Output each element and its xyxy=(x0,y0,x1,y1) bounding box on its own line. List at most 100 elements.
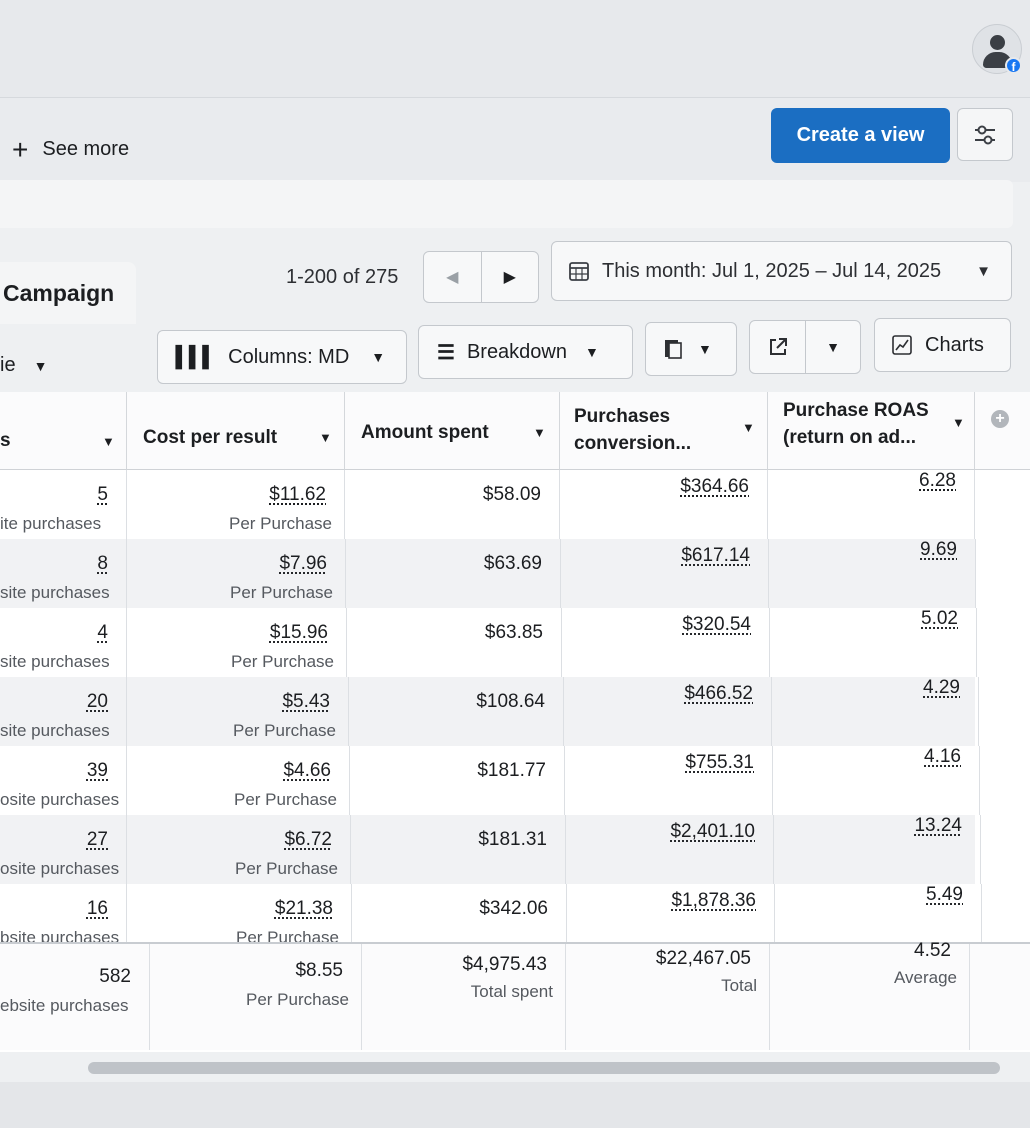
filter-bar[interactable] xyxy=(0,180,1013,228)
partial-dropdown[interactable]: ie ▼ xyxy=(0,354,47,377)
results-value[interactable]: 5 xyxy=(97,484,108,506)
purchases-conversion-value-value[interactable]: $2,401.10 xyxy=(670,821,755,843)
table-row[interactable]: 4 site purchases $15.96 Per Purchase $63.85 $… xyxy=(0,608,977,677)
table-row[interactable]: 39 osite purchases $4.66 Per Purchase $181.7… xyxy=(0,746,980,815)
column-header-amount-spent[interactable]: Amount spent ▼ xyxy=(345,392,560,470)
purchases-conversion-value-value[interactable]: $617.14 xyxy=(681,545,750,567)
export-button[interactable] xyxy=(750,321,806,373)
purchases-conversion-value-value[interactable]: $755.31 xyxy=(685,752,754,774)
total-conversion-cell: $22,467.05 Total xyxy=(566,944,770,1050)
cost-per-result-value[interactable]: $15.96 xyxy=(270,622,328,644)
create-view-button[interactable]: Create a view xyxy=(771,108,950,163)
purchases-conversion-value-value[interactable]: $364.66 xyxy=(680,476,749,498)
charts-button[interactable]: Charts xyxy=(874,318,1011,372)
purchase-roas-value[interactable]: 4.29 xyxy=(923,677,960,699)
results-value[interactable]: 20 xyxy=(87,691,108,713)
total-conversion-value: $22,467.05 xyxy=(655,948,751,969)
horizontal-scrollbar[interactable] xyxy=(88,1062,1000,1074)
prev-page-button[interactable]: ◀ xyxy=(424,252,482,302)
purchase-roas-value[interactable]: 9.69 xyxy=(920,539,957,561)
results-value[interactable]: 27 xyxy=(87,829,108,851)
caret-down-icon: ▼ xyxy=(371,349,386,365)
total-results-cell: 582 ebsite purchases xyxy=(0,944,150,1050)
amount-spent-value[interactable]: $181.31 xyxy=(478,829,547,851)
date-range-picker[interactable]: This month: Jul 1, 2025 – Jul 14, 2025 ▼ xyxy=(551,241,1012,301)
cost-per-result-cell: $6.72 Per Purchase xyxy=(133,815,351,884)
purchases-conversion-value-value[interactable]: $320.54 xyxy=(682,614,751,636)
purchase-roas-value[interactable]: 5.49 xyxy=(926,884,963,906)
results-cell: 5 ite purchases xyxy=(0,470,127,539)
next-page-button[interactable]: ▶ xyxy=(482,252,539,302)
results-value[interactable]: 4 xyxy=(97,622,108,644)
cost-per-result-value[interactable]: $6.72 xyxy=(284,829,332,851)
amount-spent-cell: $63.69 xyxy=(346,539,561,608)
purchase-roas-value[interactable]: 6.28 xyxy=(919,470,956,492)
amount-spent-value[interactable]: $63.85 xyxy=(485,622,543,644)
results-cell: 8 site purchases xyxy=(0,539,127,608)
amount-spent-value[interactable]: $63.69 xyxy=(484,553,542,575)
cost-per-result-value[interactable]: $5.43 xyxy=(282,691,330,713)
purchases-conversion-value-cell: $2,401.10 xyxy=(566,815,774,884)
breakdown-button[interactable]: ☰ Breakdown ▼ xyxy=(418,325,633,379)
amount-spent-value[interactable]: $108.64 xyxy=(476,691,545,713)
purchase-roas-value[interactable]: 5.02 xyxy=(921,608,958,630)
amount-spent-cell: $108.64 xyxy=(349,677,564,746)
column-header-label: Purchases xyxy=(574,406,671,427)
sliders-icon xyxy=(975,125,995,144)
total-results-type: ebsite purchases xyxy=(0,996,129,1015)
cost-per-result-type: Per Purchase xyxy=(230,583,333,602)
amount-spent-value[interactable]: $342.06 xyxy=(479,898,548,920)
purchase-roas-value[interactable]: 4.16 xyxy=(924,746,961,768)
see-more-button[interactable]: + See more xyxy=(12,133,129,165)
results-cell: 20 site purchases xyxy=(0,677,127,746)
table-row[interactable]: 20 site purchases $5.43 Per Purchase $108.64… xyxy=(0,677,979,746)
results-value[interactable]: 8 xyxy=(97,553,108,575)
view-settings-button[interactable] xyxy=(957,108,1013,161)
charts-label: Charts xyxy=(925,333,984,356)
column-header-purchase-roas[interactable]: Purchase ROAS (return on ad... ▼ xyxy=(768,392,975,470)
results-value[interactable]: 16 xyxy=(87,898,108,920)
export-dropdown-button[interactable]: ▼ xyxy=(806,339,860,355)
breakdown-icon: ☰ xyxy=(437,341,455,364)
plus-icon: + xyxy=(12,133,29,165)
purchases-conversion-value-value[interactable]: $466.52 xyxy=(684,683,753,705)
caret-down-icon: ▼ xyxy=(33,357,48,374)
cost-per-result-value[interactable]: $4.66 xyxy=(283,760,331,782)
caret-down-icon: ▼ xyxy=(102,434,115,449)
purchases-conversion-value-value[interactable]: $1,878.36 xyxy=(671,890,756,912)
caret-down-icon: ▼ xyxy=(976,262,991,280)
results-value[interactable]: 39 xyxy=(87,760,108,782)
amount-spent-value[interactable]: $181.77 xyxy=(477,760,546,782)
amount-spent-value[interactable]: $58.09 xyxy=(483,484,541,506)
chart-icon xyxy=(892,335,912,355)
purchases-conversion-value-cell: $466.52 xyxy=(564,677,772,746)
table-row[interactable]: 8 site purchases $7.96 Per Purchase $63.69 $6… xyxy=(0,539,976,608)
column-header-cost-per-result[interactable]: Cost per result ▼ xyxy=(127,392,345,470)
results-type: ite purchases xyxy=(0,514,102,533)
cost-per-result-value[interactable]: $21.38 xyxy=(275,898,333,920)
amount-spent-cell: $58.09 xyxy=(345,470,560,539)
profile-avatar[interactable]: f xyxy=(972,24,1022,74)
table-row[interactable]: 27 osite purchases $6.72 Per Purchase $181.3… xyxy=(0,815,981,884)
results-cell: 27 osite purchases xyxy=(0,815,127,884)
total-results: 582 xyxy=(99,966,131,987)
reports-button[interactable]: ▼ xyxy=(645,322,737,376)
average-roas: 4.52 xyxy=(914,940,951,961)
cost-per-result-value[interactable]: $11.62 xyxy=(269,484,326,506)
tab-campaign[interactable]: Campaign xyxy=(0,262,136,324)
column-header-purchases-conversion[interactable]: Purchases conversion... ▼ xyxy=(560,392,768,470)
caret-down-icon: ▼ xyxy=(698,341,712,357)
column-header-results[interactable]: s ▼ xyxy=(0,392,127,470)
caret-down-icon: ▼ xyxy=(952,415,965,430)
results-type: osite purchases xyxy=(0,790,120,809)
table-row[interactable]: 5 ite purchases $11.62 Per Purchase $58.09 $3… xyxy=(0,470,975,539)
bottom-bar xyxy=(0,1082,1030,1128)
total-spent-cell: $4,975.43 Total spent xyxy=(362,944,566,1050)
purchase-roas-value[interactable]: 13.24 xyxy=(914,815,962,837)
pagination-text: 1-200 of 275 xyxy=(286,266,399,288)
export-icon xyxy=(769,338,787,355)
cost-per-result-value[interactable]: $7.96 xyxy=(279,553,327,575)
add-column-button[interactable]: + xyxy=(975,392,1030,470)
caret-down-icon: ▼ xyxy=(826,339,840,355)
columns-button[interactable]: ▍▍▍ Columns: MD ▼ xyxy=(157,330,407,384)
